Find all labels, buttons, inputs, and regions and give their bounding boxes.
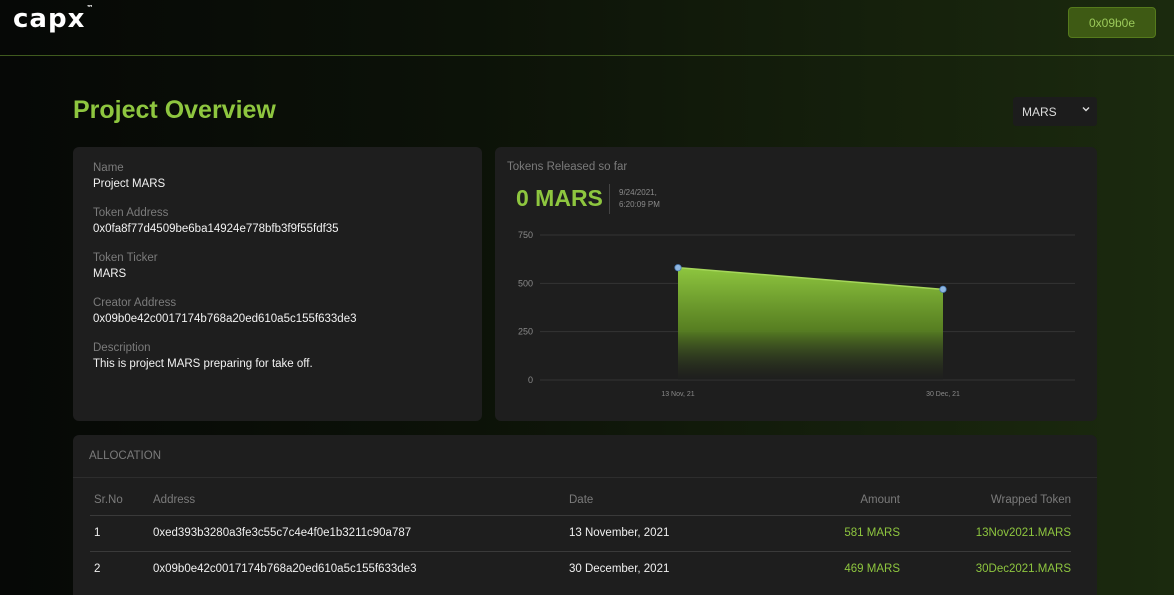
token-address-field: Token Address 0x0fa8f77d4509be6ba14924e7… <box>93 207 339 235</box>
column-header-amount: Amount <box>860 494 900 506</box>
y-tick-label: 250 <box>518 327 533 337</box>
description-label: Description <box>93 342 151 354</box>
page-title: Project Overview <box>73 96 276 124</box>
y-tick-label: 0 <box>528 375 533 385</box>
cell-srno: 1 <box>94 527 101 539</box>
cell-address: 0x09b0e42c0017174b768a20ed610a5c155f633d… <box>153 563 417 575</box>
project-info-card: Name Project MARS Token Address 0x0fa8f7… <box>73 147 482 421</box>
wallet-address-button[interactable]: 0x09b0e <box>1068 7 1156 38</box>
allocation-title: ALLOCATION <box>89 450 161 462</box>
x-tick-label: 30 Dec, 21 <box>926 391 960 398</box>
column-header-srno: Sr.No <box>94 494 123 506</box>
cell-address: 0xed393b3280a3fe3c55c7c4e4f0e1b3211c90a7… <box>153 527 412 539</box>
column-header-address: Address <box>153 494 196 506</box>
token-ticker-field: Token Ticker MARS <box>93 252 158 280</box>
cell-amount: 581 MARS <box>844 527 900 539</box>
name-field: Name Project MARS <box>93 162 165 190</box>
cell-date: 30 December, 2021 <box>569 563 670 575</box>
allocation-card: ALLOCATION Sr.No Address Date Amount Wra… <box>73 435 1097 595</box>
column-header-wrapped-token: Wrapped Token <box>990 494 1071 506</box>
y-tick-label: 500 <box>518 278 533 288</box>
description-value: This is project MARS preparing for take … <box>93 358 313 370</box>
top-bar: capx™ 0x09b0e <box>0 0 1174 56</box>
row-divider <box>90 551 1071 552</box>
token-address-label: Token Address <box>93 207 169 219</box>
creator-address-value: 0x09b0e42c0017174b768a20ed610a5c155f633d… <box>93 313 357 325</box>
x-tick-label: 13 Nov, 21 <box>661 391 694 398</box>
tokens-released-card: Tokens Released so far 0 MARS 9/24/2021,… <box>495 147 1097 421</box>
token-ticker-label: Token Ticker <box>93 252 158 264</box>
divider <box>73 477 1097 478</box>
cell-srno: 2 <box>94 563 101 575</box>
project-select-dropdown[interactable]: MARS <box>1013 97 1097 126</box>
y-tick-label: 750 <box>518 230 533 240</box>
data-point <box>674 264 682 272</box>
name-label: Name <box>93 162 124 174</box>
cell-wrapped-token: 13Nov2021.MARS <box>975 527 1071 539</box>
row-divider <box>90 515 1071 516</box>
cell-amount: 469 MARS <box>844 563 900 575</box>
description-field: Description This is project MARS prepari… <box>93 342 313 370</box>
project-select-value: MARS <box>1022 104 1057 119</box>
creator-address-label: Creator Address <box>93 297 177 309</box>
creator-address-field: Creator Address 0x09b0e42c0017174b768a20… <box>93 297 356 325</box>
capx-logo[interactable]: capx™ <box>13 4 94 34</box>
data-point <box>939 285 947 293</box>
column-header-date: Date <box>569 494 594 506</box>
name-value: Project MARS <box>93 178 166 190</box>
series-area <box>678 267 943 380</box>
chevron-down-icon <box>1082 107 1090 112</box>
tokens-area-chart: 750 500 250 0 13 Nov, 21 30 Dec, 21 <box>518 230 1075 398</box>
token-address-value: 0x0fa8f77d4509be6ba14924e778bfb3f9f55fdf… <box>93 223 339 235</box>
token-ticker-value: MARS <box>93 268 127 280</box>
cell-date: 13 November, 2021 <box>569 527 670 539</box>
cell-wrapped-token: 30Dec2021.MARS <box>975 563 1071 575</box>
